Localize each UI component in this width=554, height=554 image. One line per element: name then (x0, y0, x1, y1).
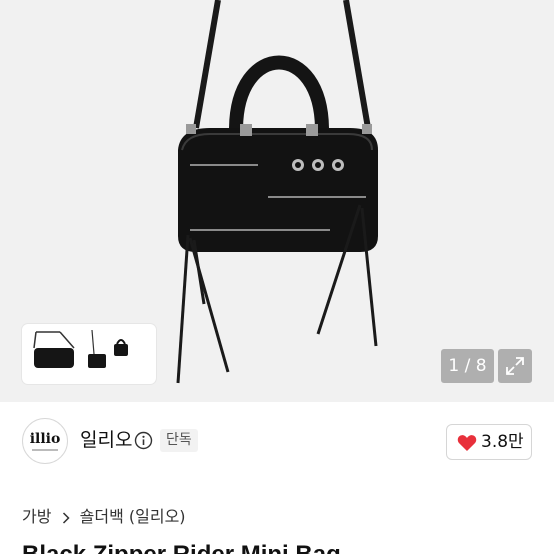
like-button[interactable]: 3.8만 (446, 424, 532, 460)
expand-arrows-icon (506, 357, 524, 375)
breadcrumb-item-shoulder-bag[interactable]: 숄더백 (일리오) (80, 506, 186, 528)
expand-image-button[interactable] (498, 349, 532, 383)
breadcrumb-item-bags[interactable]: 가방 (22, 506, 51, 528)
exclusive-badge: 단독 (160, 429, 198, 452)
seller-logo-text: illio (29, 431, 61, 447)
product-title: Black Zipper Rider Mini Bag (22, 540, 341, 554)
breadcrumb: 가방 숄더백 (일리오) (22, 506, 186, 528)
like-count: 3.8만 (481, 432, 524, 452)
image-counter: 1 / 8 (441, 349, 494, 383)
logo-underline (32, 449, 58, 451)
product-image-gallery[interactable]: 1 / 8 (0, 0, 554, 402)
seller-row: illio 일리오 단독 3.8만 (0, 402, 554, 476)
seller-name[interactable]: 일리오 (80, 428, 132, 452)
heart-icon (457, 435, 477, 451)
chevron-right-icon (57, 506, 75, 528)
thumbnail-strip[interactable] (22, 324, 156, 384)
info-circle-icon[interactable] (134, 431, 153, 450)
seller-avatar[interactable]: illio (22, 418, 68, 464)
thumbnail-images (33, 329, 128, 368)
